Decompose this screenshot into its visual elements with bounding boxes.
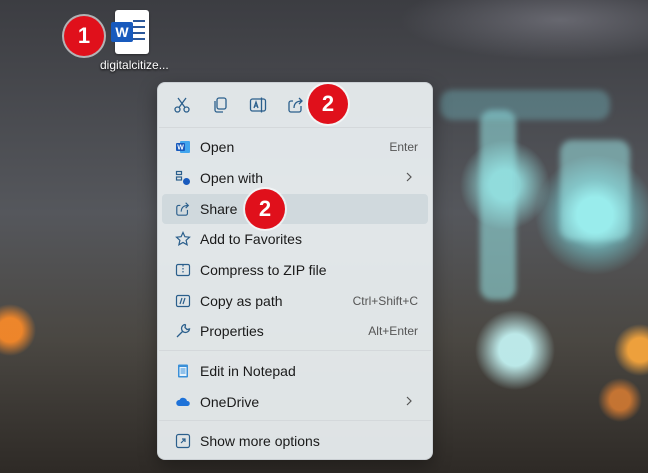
open-with-icon	[175, 170, 191, 186]
menu-item-label: Show more options	[200, 433, 320, 449]
menu-item-label: Compress to ZIP file	[200, 262, 327, 278]
menu-item-shortcut: Alt+Enter	[368, 324, 418, 338]
notepad-icon	[175, 363, 191, 379]
separator	[159, 420, 431, 421]
menu-item-label: Properties	[200, 323, 264, 339]
menu-item-label: Open	[200, 139, 235, 155]
word-icon: W	[175, 139, 191, 155]
copy-icon	[214, 97, 227, 113]
menu-item-onedrive[interactable]: OneDrive	[162, 387, 428, 417]
menu-item-properties[interactable]: Properties Alt+Enter	[162, 316, 428, 346]
chevron-right-icon	[404, 394, 414, 413]
chevron-right-icon	[404, 170, 414, 189]
word-document-icon: W	[111, 10, 149, 54]
onedrive-icon	[175, 394, 191, 410]
menu-item-label: Open with	[200, 170, 264, 186]
menu-item-compress-zip[interactable]: Compress to ZIP file	[162, 255, 428, 285]
copy-button[interactable]	[210, 95, 230, 115]
separator	[159, 127, 431, 128]
share-icon	[175, 201, 191, 217]
desktop-file-label: digitalcitize...	[100, 58, 169, 72]
share-icon	[288, 97, 303, 113]
menu-item-share[interactable]: Share	[162, 194, 428, 224]
cut-button[interactable]	[172, 95, 192, 115]
menu-item-show-more-options[interactable]: Show more options	[162, 426, 428, 456]
menu-item-label: Add to Favorites	[200, 231, 302, 247]
copy-path-icon	[175, 293, 191, 309]
cut-icon	[174, 97, 190, 113]
menu-item-add-to-favorites[interactable]: Add to Favorites	[162, 224, 428, 254]
separator	[159, 350, 431, 351]
callout-badge: 2	[245, 189, 285, 229]
rename-icon	[249, 97, 267, 113]
menu-item-edit-in-notepad[interactable]: Edit in Notepad	[162, 356, 428, 386]
background-light	[480, 110, 516, 300]
background-light	[440, 90, 610, 120]
desktop-file[interactable]: W digitalcitize...	[100, 10, 169, 72]
callout-badge: 2	[308, 84, 348, 124]
background-light	[560, 140, 630, 240]
menu-toolbar	[158, 83, 432, 127]
zip-icon	[175, 262, 191, 278]
menu-item-shortcut: Enter	[389, 140, 418, 154]
more-options-icon	[175, 433, 191, 449]
wrench-icon	[175, 323, 191, 339]
star-icon	[175, 231, 191, 247]
menu-item-shortcut: Ctrl+Shift+C	[352, 294, 418, 308]
menu-item-copy-as-path[interactable]: Copy as path Ctrl+Shift+C	[162, 286, 428, 316]
callout-badge: 1	[64, 16, 104, 56]
menu-item-label: OneDrive	[200, 394, 260, 410]
menu-item-label: Share	[200, 201, 238, 217]
menu-item-label: Copy as path	[200, 293, 283, 309]
context-menu: 2 W Open Enter Open with Share 2 Add to …	[157, 82, 433, 460]
svg-text:W: W	[177, 145, 184, 152]
menu-item-label: Edit in Notepad	[200, 363, 296, 379]
rename-button[interactable]	[248, 95, 268, 115]
menu-item-open-with[interactable]: Open with	[162, 163, 428, 193]
share-button[interactable]	[286, 95, 306, 115]
menu-item-open[interactable]: W Open Enter	[162, 132, 428, 162]
